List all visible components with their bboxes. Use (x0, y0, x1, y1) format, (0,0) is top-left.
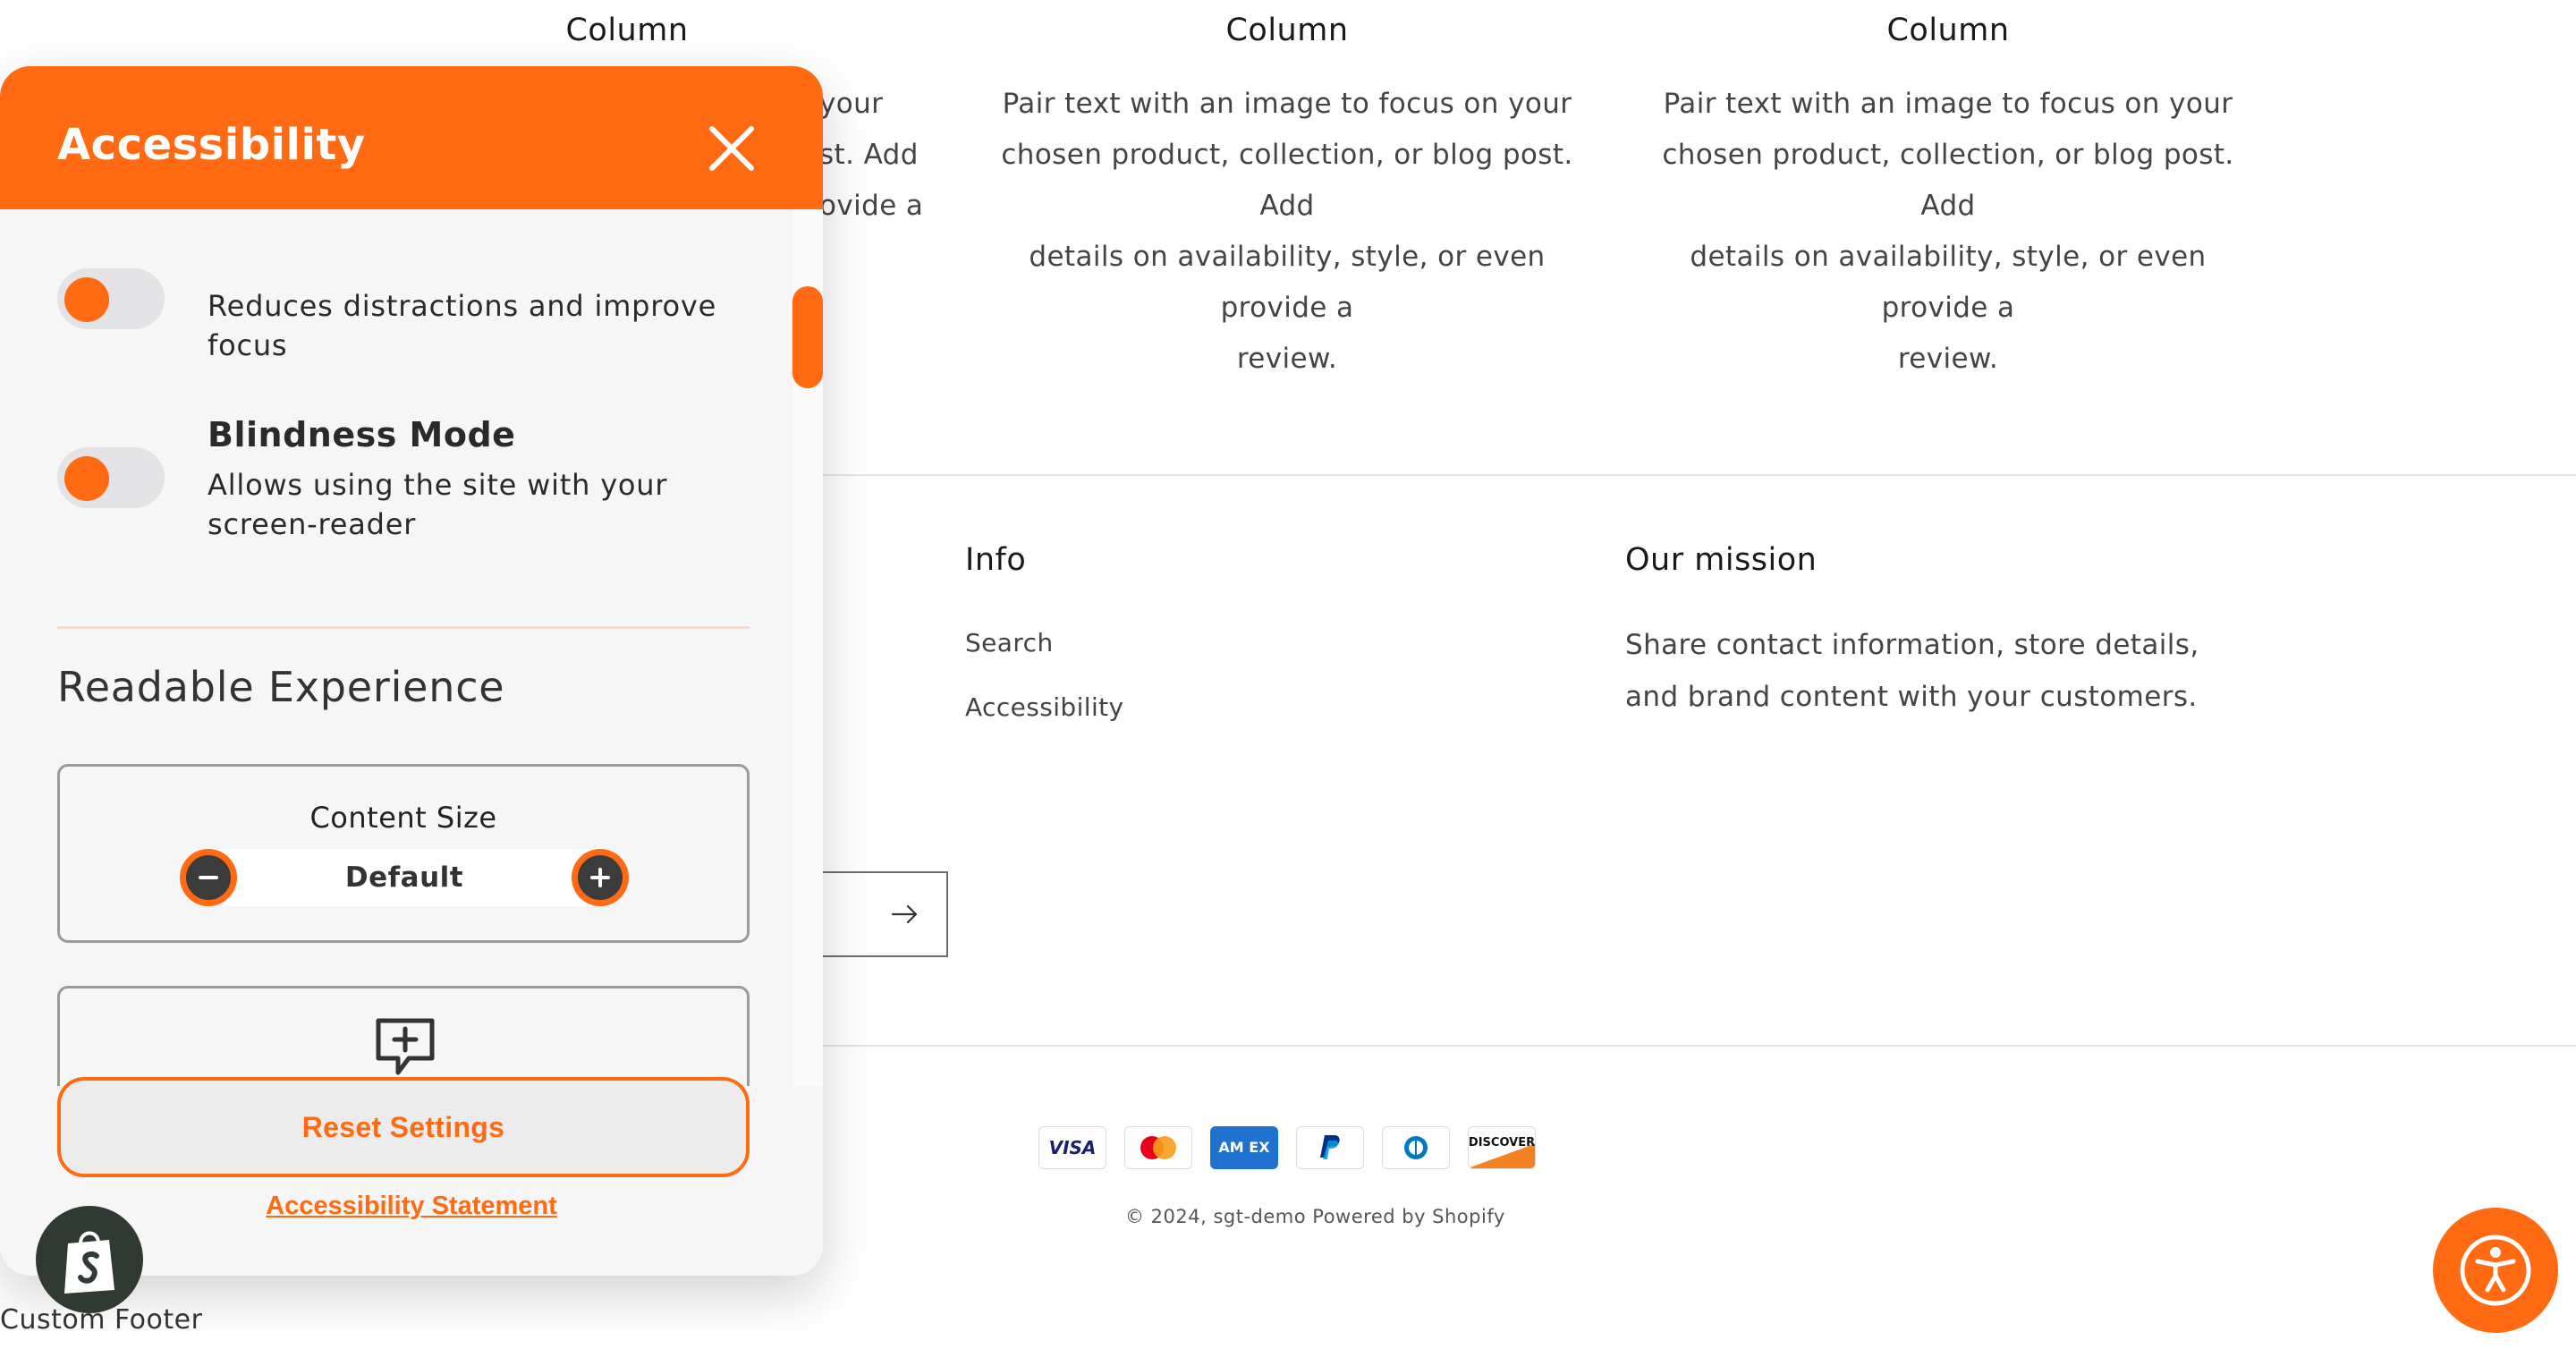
minus-icon (186, 855, 231, 900)
diners-club-icon (1382, 1126, 1450, 1169)
discover-icon: DISCOVER (1468, 1126, 1536, 1169)
panel-scroll-area[interactable]: Reduces distractions and improve focus B… (0, 209, 792, 1086)
toggle-knob (64, 277, 109, 322)
plus-icon (578, 855, 623, 900)
column-3-line: chosen product, collection, or blog post… (1662, 139, 2234, 222)
column-2-line: chosen product, collection, or blog post… (1001, 139, 1573, 222)
arrow-right-icon[interactable] (891, 900, 919, 929)
close-icon[interactable] (703, 120, 760, 177)
mission-text: Share contact information, store details… (1625, 629, 2199, 713)
accessibility-widget-button[interactable] (2433, 1208, 2558, 1333)
accessibility-icon (2460, 1234, 2531, 1306)
shopify-bag-icon (64, 1231, 114, 1294)
column-2-title: Column (1225, 13, 1349, 48)
column-3-line: Pair text with an image to focus on your (1663, 88, 2233, 120)
message-plus-icon (376, 1018, 435, 1075)
column-2-line: details on availability, style, or even … (1029, 241, 1546, 324)
visa-icon: VISA (1038, 1126, 1106, 1169)
shopify-badge[interactable] (36, 1206, 143, 1313)
custom-footer-label: Custom Footer (0, 1304, 203, 1336)
panel-title: Accessibility (57, 120, 366, 170)
column-2-text: Pair text with an image to focus on your… (983, 79, 1591, 385)
content-size-value: Default (344, 861, 464, 894)
column-1-title: Column (565, 13, 689, 48)
scrollbar-thumb[interactable] (792, 286, 823, 388)
info-heading: Info (965, 542, 1027, 578)
content-size-card: Content Size Default (57, 764, 750, 943)
accessibility-statement-link[interactable]: Accessibility Statement (0, 1192, 823, 1221)
column-3-line: review. (1897, 343, 1999, 375)
reset-settings-button[interactable]: Reset Settings (57, 1077, 750, 1177)
panel-divider (57, 626, 750, 629)
text-magnifier-card[interactable] (57, 986, 750, 1086)
content-size-control: Default (180, 849, 629, 906)
column-1-text-fragment: your st. Add ovide a (819, 79, 923, 232)
footer-link-search[interactable]: Search (965, 628, 1054, 658)
column-3-text: Pair text with an image to focus on your… (1644, 79, 2252, 385)
panel-header: Accessibility (0, 66, 823, 209)
decrease-size-button[interactable] (180, 849, 237, 906)
column-3-title: Column (1886, 13, 2010, 48)
readable-experience-title: Readable Experience (57, 663, 505, 711)
toggle-knob (64, 456, 109, 501)
column-1-line: st. Add (819, 139, 919, 171)
column-2-line: review. (1236, 343, 1338, 375)
column-1-line: your (819, 88, 884, 120)
blindness-mode-toggle[interactable] (57, 447, 165, 508)
feature-description: Reduces distractions and improve focus (208, 289, 717, 362)
copyright-text: © 2024, sgt-demo Powered by Shopify (1125, 1206, 1505, 1227)
focus-mode-toggle[interactable] (57, 268, 165, 329)
blindness-mode-title: Blindness Mode (208, 415, 516, 454)
footer-link-accessibility[interactable]: Accessibility (965, 692, 1124, 722)
blindness-mode-description: Allows using the site with your screen-r… (208, 468, 668, 541)
mission-heading: Our mission (1625, 542, 1818, 578)
paypal-icon (1296, 1126, 1364, 1169)
column-2-line: Pair text with an image to focus on your (1002, 88, 1572, 120)
column-3-line: details on availability, style, or even … (1690, 241, 2207, 324)
content-size-label: Content Size (309, 801, 497, 835)
increase-size-button[interactable] (572, 849, 629, 906)
column-1-line: ovide a (819, 190, 924, 222)
mastercard-icon (1124, 1126, 1192, 1169)
accessibility-panel: Accessibility Reduces distractions and i… (0, 66, 823, 1276)
amex-icon: AM EX (1210, 1126, 1278, 1169)
